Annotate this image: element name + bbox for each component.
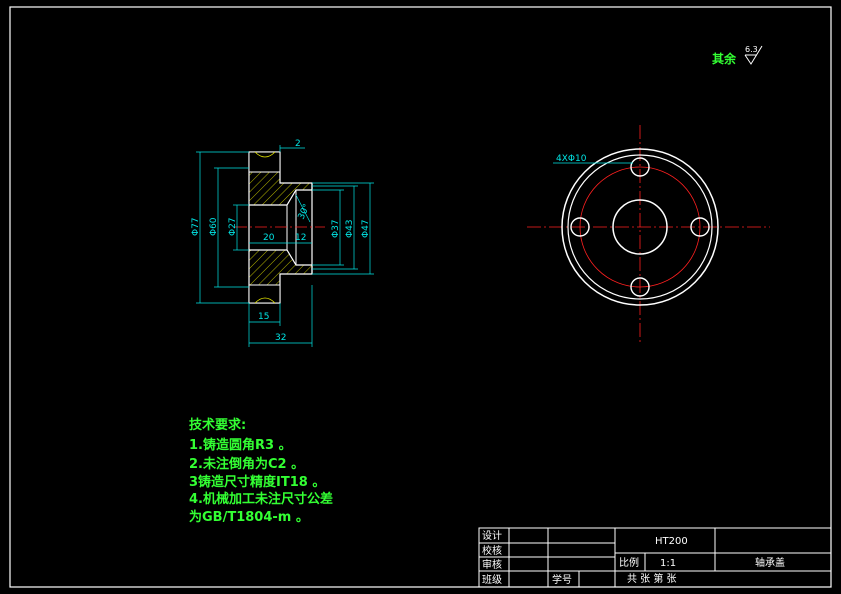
dim-length-20: 20: [263, 233, 275, 243]
tb-student-no-label: 学号: [552, 573, 572, 586]
dim-length-2: 2: [295, 139, 301, 149]
dim-length-12: 12: [295, 233, 306, 243]
dim-length-32: 32: [275, 333, 286, 343]
tech-requirements: 技术要求: 1.铸造圆角R3 。 2.未注倒角为C2 。 3铸造尺寸精度IT18…: [189, 417, 333, 525]
tb-class-label: 班级: [482, 574, 502, 586]
tech-item-4: 4.机械加工未注尺寸公差: [189, 491, 333, 507]
tb-review-label: 审核: [482, 558, 502, 571]
dim-diameter-60: Φ60: [209, 217, 219, 236]
dim-diameter-77: Φ77: [191, 217, 201, 236]
hole-callout: 4XΦ10: [556, 154, 587, 164]
tb-part-name: 轴承盖: [755, 556, 785, 569]
tech-item-5: 为GB/T1804-m 。: [189, 509, 309, 525]
dim-diameter-37: Φ37: [331, 219, 341, 238]
bolt-hole-lower: [248, 284, 281, 304]
tb-material: HT200: [655, 536, 688, 547]
section-view: Φ77 Φ60 Φ27 Φ37 Φ43 Φ47 2 20 12 15 32 30…: [191, 139, 374, 347]
front-view: 4XΦ10: [527, 125, 770, 342]
dim-angle: 30°: [297, 203, 313, 222]
tb-check-label: 校核: [482, 544, 502, 557]
tb-scale-value: 1:1: [660, 558, 676, 569]
roughness-value: 6.3: [745, 45, 758, 54]
dim-length-15: 15: [258, 312, 269, 322]
tb-sheets: 共 张 第 张: [627, 572, 677, 585]
cad-drawing: 其余 6.3 Φ77 Φ60 Φ27 Φ37 Φ43 Φ47 2 20 12 1…: [9, 6, 832, 588]
tech-heading: 技术要求:: [189, 417, 246, 433]
tech-item-2: 2.未注倒角为C2 。: [189, 456, 304, 472]
tb-scale-label: 比例: [619, 556, 639, 569]
roughness-label: 其余: [712, 51, 737, 66]
dim-diameter-27: Φ27: [228, 217, 238, 236]
dim-diameter-43: Φ43: [345, 219, 355, 238]
tech-item-1: 1.铸造圆角R3 。: [189, 437, 292, 453]
drawing-frame: [9, 6, 832, 588]
tech-item-3: 3铸造尺寸精度IT18 。: [189, 474, 325, 490]
roughness-note: 其余 6.3: [712, 45, 763, 66]
bolt-hole-upper: [248, 151, 281, 173]
tb-design-label: 设计: [482, 529, 502, 542]
dim-diameter-47: Φ47: [361, 219, 371, 238]
